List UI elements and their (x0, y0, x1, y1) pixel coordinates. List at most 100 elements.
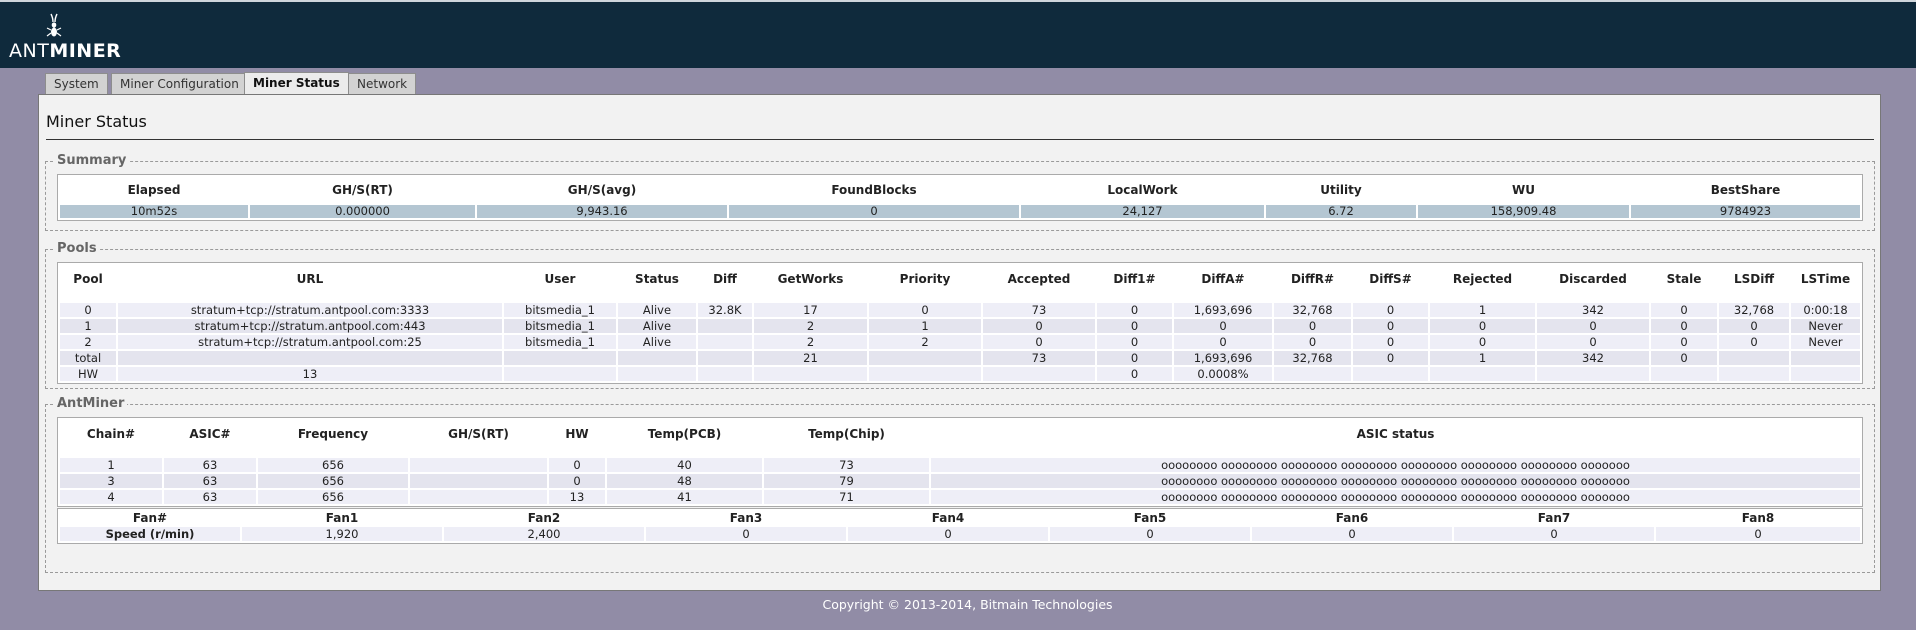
pool-cell: bitsmedia_1 (504, 319, 616, 333)
pools-header: LSTime (1800, 272, 1851, 286)
pool-cell: 32.8K (698, 303, 752, 317)
pool-cell: 21 (754, 351, 867, 365)
tab-miner-status[interactable]: Miner Status (244, 72, 349, 95)
pool-cell: 0 (869, 303, 981, 317)
pool-cell (1274, 367, 1351, 381)
pool-cell: total (60, 351, 116, 365)
pools-table-box: Pool URL User Status Diff GetWorks Prior… (57, 262, 1863, 384)
chain-cell: 41 (607, 490, 762, 504)
chain-row: 4 63 656 13 41 71 oooooooo oooooooo oooooooo o… (60, 490, 1860, 504)
pool-cell: 1,693,696 (1174, 303, 1272, 317)
antminer-header: ASIC status (1356, 427, 1435, 441)
pool-row: 1 stratum+tcp://stratum.antpool.com:443 bi… (60, 319, 1860, 333)
chain-cell: 1 (60, 458, 162, 472)
chain-cell: oooooooo oooooooo oooooooo oooooooo oooo… (931, 458, 1860, 472)
fans-header: Fan6 (1335, 511, 1369, 525)
summary-legend: Summary (54, 153, 130, 168)
chain-cell: 63 (164, 474, 256, 488)
summary-value: 10m52s (60, 205, 248, 218)
pool-cell (1791, 351, 1860, 365)
pool-cell: 1 (60, 319, 116, 333)
pools-header: Discarded (1559, 272, 1627, 286)
chain-cell: 0 (549, 474, 605, 488)
pool-cell: 73 (983, 303, 1095, 317)
summary-header: LocalWork (1107, 183, 1178, 197)
fans-header: Fan1 (325, 511, 359, 525)
pool-cell (1791, 367, 1860, 381)
pool-cell: 1,693,696 (1174, 351, 1272, 365)
pools-header: Priority (899, 272, 951, 286)
summary-value: 24,127 (1021, 205, 1264, 218)
fans-table: Fan# Fan1 Fan2 Fan3 Fan4 Fan5 Fan6 Fan7 … (58, 509, 1862, 543)
chain-cell: 3 (60, 474, 162, 488)
pool-cell: 32,768 (1274, 351, 1351, 365)
pool-cell: 0 (1174, 335, 1272, 349)
fans-table-box: Fan# Fan1 Fan2 Fan3 Fan4 Fan5 Fan6 Fan7 … (57, 508, 1863, 544)
pool-cell (618, 367, 696, 381)
fan-speed: 0 (1454, 527, 1654, 541)
chain-cell: 4 (60, 490, 162, 504)
pools-header: Diff (713, 272, 737, 286)
pools-header: DiffA# (1201, 272, 1245, 286)
pool-cell: 2 (869, 335, 981, 349)
pool-cell: 342 (1537, 351, 1649, 365)
pool-row: 2 stratum+tcp://stratum.antpool.com:25 bit… (60, 335, 1860, 349)
title-divider (46, 139, 1874, 140)
pool-cell (869, 351, 981, 365)
fans-header: Fan# (132, 511, 168, 525)
pool-cell: 0 (1097, 335, 1172, 349)
pool-cell: 0 (1719, 319, 1789, 333)
fans-header: Fan4 (931, 511, 965, 525)
pool-cell (698, 335, 752, 349)
chain-cell: 73 (764, 458, 929, 472)
content-panel: Miner Status Summary Elapsed GH/S(RT) GH… (38, 94, 1881, 591)
pool-cell: 342 (1537, 303, 1649, 317)
fans-header: Fan7 (1537, 511, 1571, 525)
summary-value: 9784923 (1631, 205, 1860, 218)
pool-cell: 0 (1097, 351, 1172, 365)
antminer-header: Temp(Chip) (808, 427, 885, 441)
summary-header: GH/S(RT) (332, 183, 393, 197)
summary-value: 0.000000 (250, 205, 475, 218)
spacer-cell (60, 295, 1860, 301)
tab-miner-configuration[interactable]: Miner Configuration (111, 73, 248, 94)
pools-header: Diff1# (1113, 272, 1156, 286)
pools-header: Pool (73, 272, 103, 286)
chain-cell: oooooooo oooooooo oooooooo oooooooo oooo… (931, 490, 1860, 504)
pool-cell: 2 (754, 335, 867, 349)
pool-cell: Alive (618, 335, 696, 349)
chain-cell: 656 (258, 474, 408, 488)
spacer-row (60, 295, 1860, 301)
fan-speed: 0 (1252, 527, 1452, 541)
tab-network[interactable]: Network (348, 73, 417, 94)
pool-cell: 0 (60, 303, 116, 317)
pool-cell (698, 319, 752, 333)
pool-row: total 21 73 0 1,693,696 32,768 0 1 342 0 (60, 351, 1860, 365)
summary-value: 6.72 (1266, 205, 1416, 218)
pool-cell: 0 (1430, 319, 1535, 333)
fan-speed: 2,400 (444, 527, 644, 541)
fan-speed: 0 (848, 527, 1048, 541)
pool-row: HW 13 0 0.0008% (60, 367, 1860, 381)
tab-system[interactable]: System (45, 73, 108, 94)
summary-value-row: 10m52s 0.000000 9,943.16 0 24,127 6.72 1… (60, 205, 1860, 218)
pools-section: Pools Pool URL User Status Diff GetWorks… (45, 241, 1875, 389)
pools-header: User (544, 272, 576, 286)
summary-header: GH/S(avg) (567, 183, 637, 197)
antminer-header: HW (565, 427, 589, 441)
pool-cell: 2 (754, 319, 867, 333)
fans-header: Fan8 (1741, 511, 1775, 525)
pool-cell (754, 367, 867, 381)
antminer-table-box: Chain# ASIC# Frequency GH/S(RT) HW Temp(… (57, 417, 1863, 507)
pool-cell: 0 (1274, 319, 1351, 333)
fan-speed: 0 (1050, 527, 1250, 541)
chain-cell: 656 (258, 458, 408, 472)
summary-header: WU (1512, 183, 1535, 197)
pools-header: DiffS# (1369, 272, 1412, 286)
pool-cell: bitsmedia_1 (504, 303, 616, 317)
pools-header: LSDiff (1733, 272, 1775, 286)
pool-cell: 0 (1537, 335, 1649, 349)
pool-cell: 0 (1651, 335, 1717, 349)
pool-cell: 17 (754, 303, 867, 317)
pool-cell: HW (60, 367, 116, 381)
